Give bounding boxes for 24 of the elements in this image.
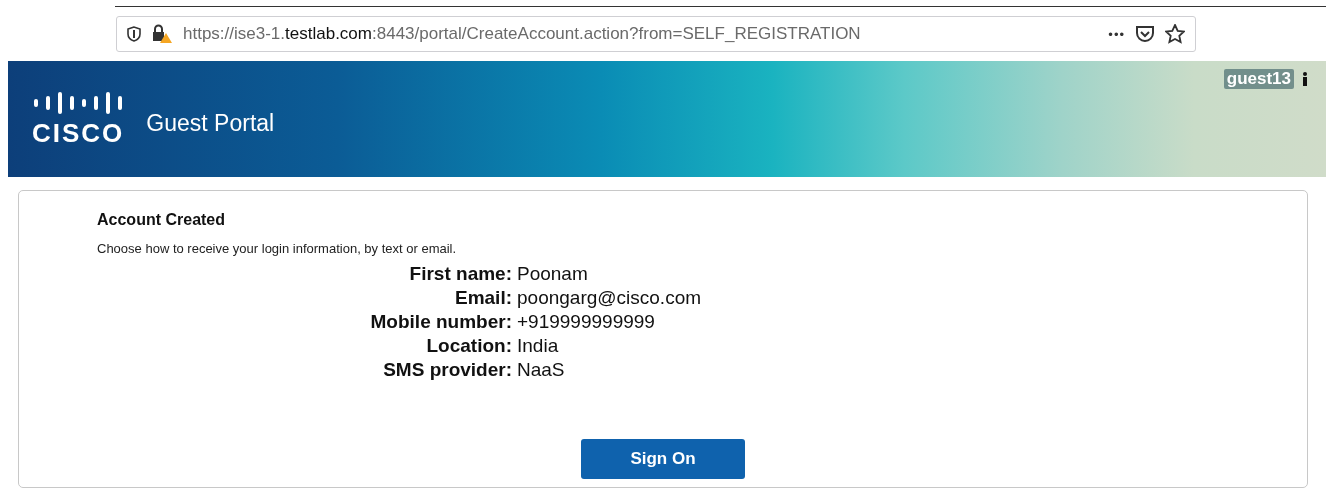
shield-icon bbox=[127, 26, 141, 42]
more-menu[interactable]: ••• bbox=[1108, 26, 1125, 42]
logo-bars-icon bbox=[32, 89, 125, 116]
instruction-text: Choose how to receive your login information, by text or email. bbox=[97, 241, 458, 256]
field-value: NaaS bbox=[517, 358, 566, 382]
address-bar[interactable]: https://ise3-1.testlab.com:8443/portal/CreateAccount.action?from=SELF_REGISTRATION ••• bbox=[116, 16, 1196, 52]
info-icon[interactable] bbox=[1302, 72, 1308, 86]
field-value: Poonam bbox=[517, 262, 589, 286]
logo-text: CISCO bbox=[32, 117, 125, 149]
field-label: First name: bbox=[408, 262, 512, 286]
field-value: +919999999999 bbox=[517, 310, 656, 334]
portal-title: Guest Portal bbox=[146, 109, 275, 137]
star-icon[interactable] bbox=[1165, 24, 1185, 44]
field-label: SMS provider: bbox=[382, 358, 512, 382]
field-label: Mobile number: bbox=[369, 310, 512, 334]
field-label: Location: bbox=[425, 334, 512, 358]
card-title: Account Created bbox=[97, 211, 227, 229]
pocket-icon[interactable] bbox=[1135, 25, 1155, 43]
lock-warning-icon bbox=[151, 24, 173, 44]
field-label: Email: bbox=[453, 286, 512, 310]
field-value: India bbox=[517, 334, 560, 358]
field-value: poongarg@cisco.com bbox=[517, 286, 703, 310]
url-text[interactable]: https://ise3-1.testlab.com:8443/portal/CreateAccount.action?from=SELF_REGISTRATION bbox=[183, 24, 1099, 44]
sign-on-button[interactable]: Sign On bbox=[581, 439, 745, 479]
